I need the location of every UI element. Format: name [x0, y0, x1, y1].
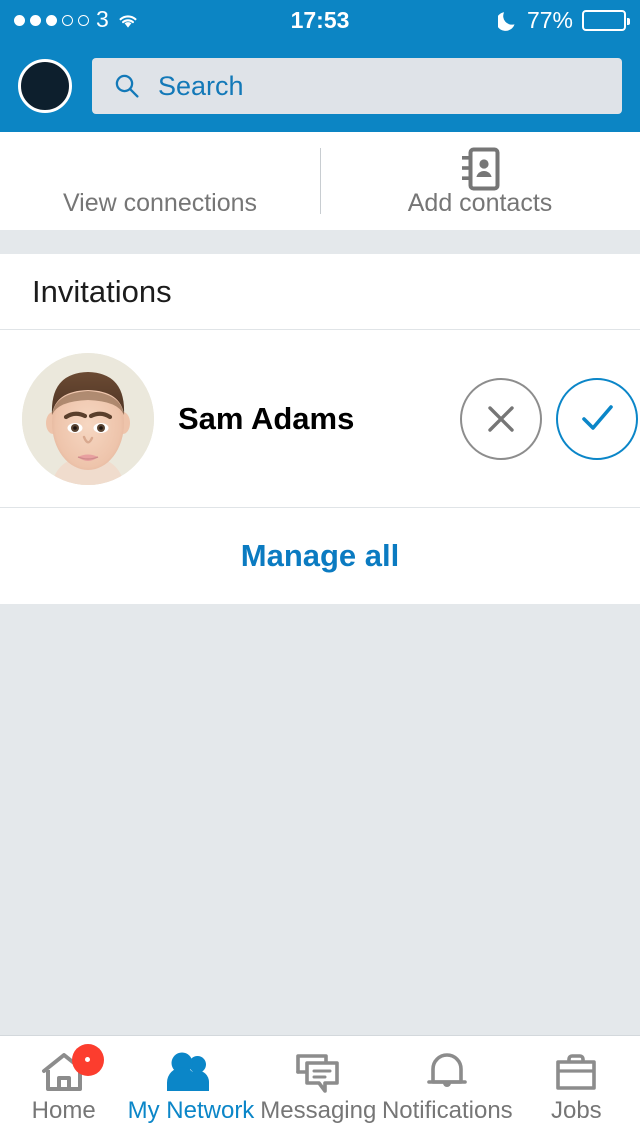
contacts-book-icon: [459, 147, 501, 191]
accept-invitation-button[interactable]: [556, 377, 638, 460]
wifi-icon: [116, 11, 140, 29]
view-connections-label: View connections: [62, 189, 258, 217]
app-screen: 3 17:53 77% Search View connections Add …: [0, 0, 640, 1136]
search-input[interactable]: Search: [92, 58, 622, 114]
close-icon: [481, 399, 521, 439]
battery-percent-label: 77%: [526, 6, 573, 33]
nav-item-notifications[interactable]: Notifications: [382, 1036, 513, 1136]
section-gap: [0, 230, 640, 254]
battery-icon: [582, 9, 630, 31]
nav-item-my-network[interactable]: My Network: [127, 1036, 254, 1136]
invitations-header: Invitations: [0, 254, 640, 330]
invitation-name: Sam Adams: [178, 400, 355, 436]
empty-content-area: [0, 604, 640, 1035]
app-header: Search: [0, 40, 640, 132]
invitation-row[interactable]: Sam Adams: [0, 330, 640, 508]
nav-label-my-network: My Network: [127, 1096, 255, 1124]
signal-strength-icon: [14, 14, 89, 26]
nav-label-messaging: Messaging: [260, 1096, 377, 1124]
nav-item-home[interactable]: Home: [0, 1036, 127, 1136]
chat-bubbles-icon: [292, 1048, 344, 1096]
status-bar: 3 17:53 77%: [0, 0, 640, 40]
search-icon: [114, 73, 140, 99]
nav-item-messaging[interactable]: Messaging: [255, 1036, 382, 1136]
moon-icon: [497, 9, 518, 31]
add-contacts-button[interactable]: Add contacts: [320, 132, 640, 230]
invitations-title: Invitations: [32, 273, 172, 309]
status-bar-right: 77%: [497, 6, 630, 34]
bottom-navigation: Home My Network Messaging Notifications …: [0, 1035, 640, 1136]
profile-avatar[interactable]: [18, 59, 72, 113]
invitations-card: Invitations Sam Adams Manage all: [0, 254, 640, 604]
add-contacts-label: Add contacts: [407, 189, 553, 217]
nav-label-home: Home: [31, 1096, 96, 1124]
nav-label-notifications: Notifications: [381, 1096, 513, 1124]
search-placeholder: Search: [158, 70, 244, 101]
people-icon: [164, 1048, 218, 1096]
view-connections-button[interactable]: View connections: [0, 132, 320, 230]
nav-label-jobs: Jobs: [550, 1096, 602, 1124]
briefcase-icon: [551, 1048, 601, 1096]
home-badge: [71, 1043, 104, 1076]
invitation-avatar[interactable]: [22, 352, 154, 485]
check-icon: [576, 398, 618, 440]
bell-icon: [423, 1048, 471, 1096]
manage-all-label: Manage all: [240, 538, 400, 573]
manage-all-button[interactable]: Manage all: [0, 508, 640, 604]
status-bar-left: 3: [14, 5, 140, 32]
carrier-label: 3: [96, 5, 109, 32]
decline-invitation-button[interactable]: [460, 377, 542, 460]
invitation-actions: [460, 377, 638, 460]
home-icon: [38, 1043, 104, 1096]
nav-item-jobs[interactable]: Jobs: [513, 1036, 640, 1136]
network-action-tabs: View connections Add contacts: [0, 132, 640, 230]
